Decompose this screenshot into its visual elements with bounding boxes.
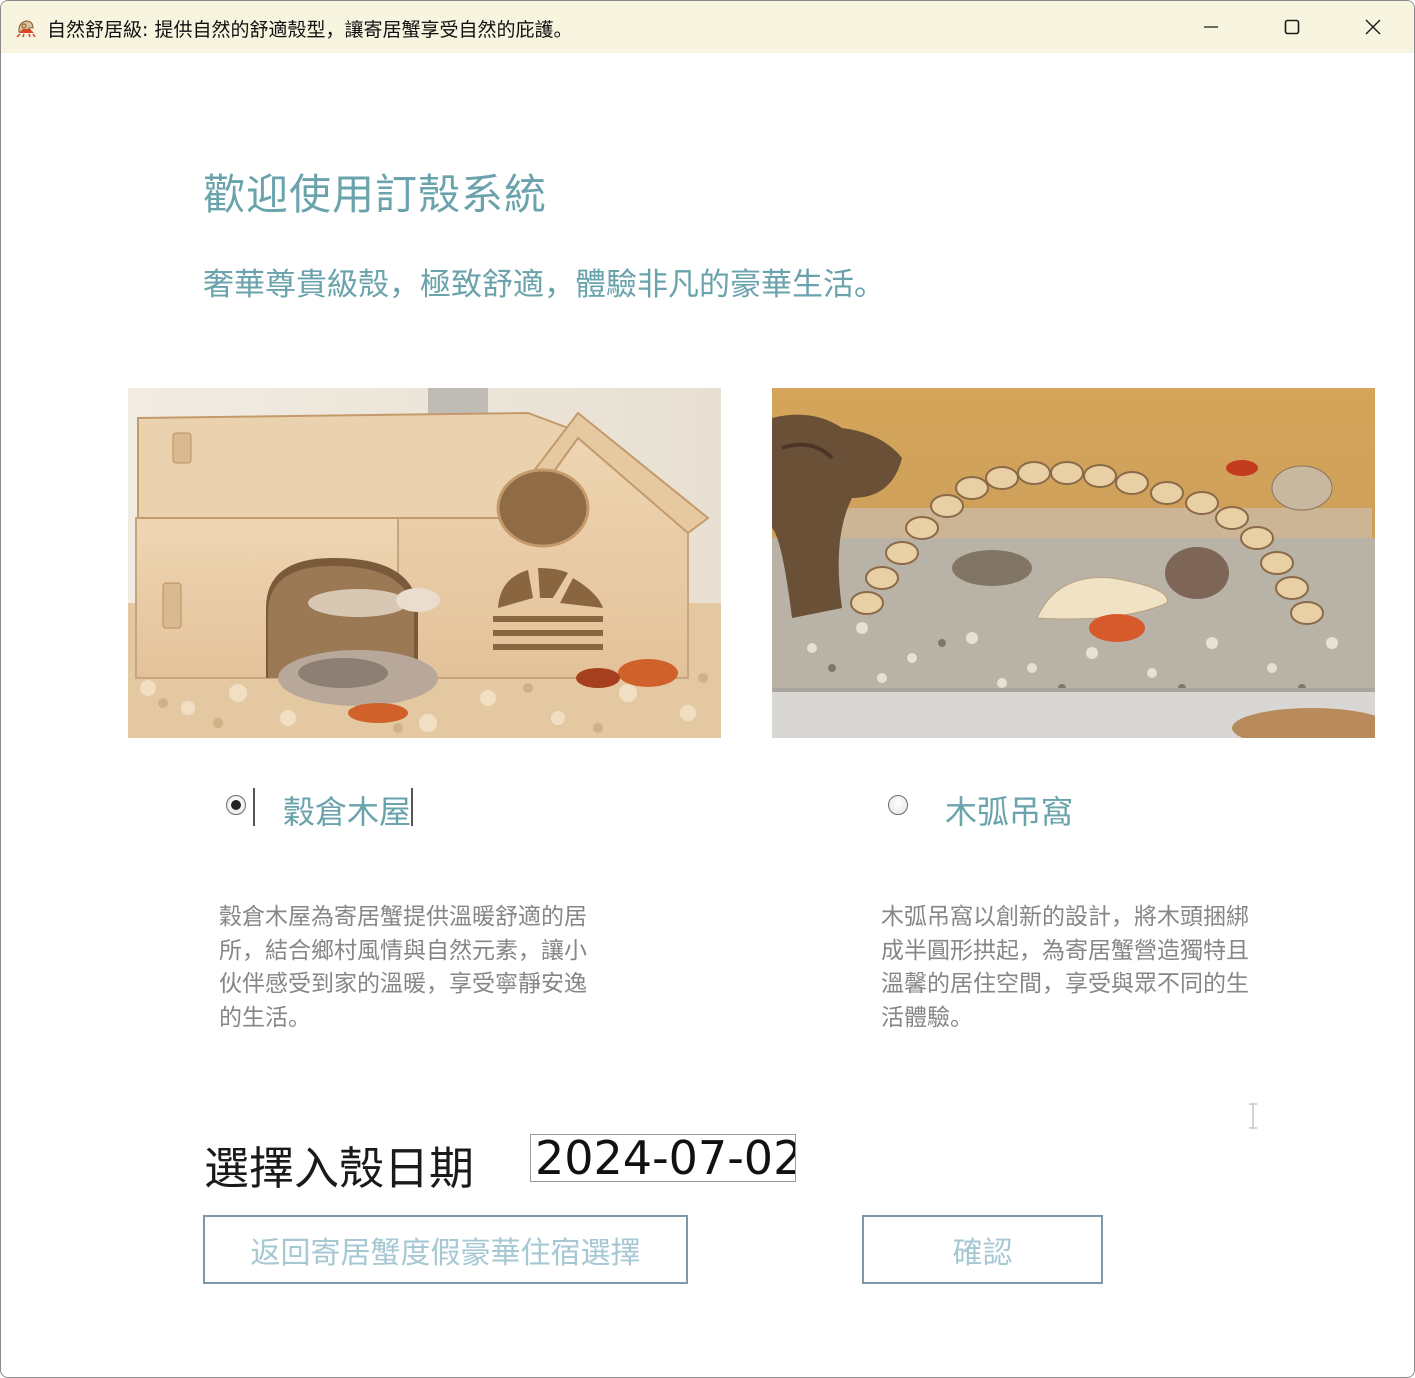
- option-label-wooden-barn-house[interactable]: 穀倉木屋: [283, 787, 411, 833]
- description-wooden-barn-house: 穀倉木屋為寄居蟹提供溫暖舒適的居所，結合鄉村風情與自然元素，讓小伙伴感受到家的溫…: [219, 904, 587, 1031]
- hermit-crab-app-icon: [16, 20, 36, 38]
- page-title: 歡迎使用訂殼系統: [203, 170, 548, 219]
- radio-selected-dot: [231, 800, 241, 810]
- close-button[interactable]: [1333, 1, 1413, 53]
- minimize-icon: [1204, 26, 1218, 28]
- date-label: 選擇入殼日期: [204, 1142, 475, 1195]
- option-label-wooden-arch-bridge[interactable]: 木弧吊窩: [945, 787, 1073, 833]
- wooden-arch-bridge-photo: [772, 388, 1375, 738]
- focus-rect-left-edge: [253, 788, 255, 826]
- radio-wooden-arch-bridge[interactable]: [888, 795, 908, 815]
- window-title: 自然舒居級: 提供自然的舒適殼型，讓寄居蟹享受自然的庇護。: [47, 19, 573, 41]
- maximize-icon: [1284, 19, 1300, 35]
- maximize-button[interactable]: [1252, 1, 1332, 53]
- back-button[interactable]: 返回寄居蟹度假豪華住宿選擇: [203, 1215, 688, 1284]
- radio-wooden-barn-house[interactable]: [226, 795, 246, 815]
- focus-rect-right-edge: [411, 788, 413, 826]
- confirm-button[interactable]: 確認: [862, 1215, 1103, 1284]
- text-cursor-icon: [1249, 1103, 1257, 1129]
- description-wooden-arch-bridge: 木弧吊窩以創新的設計，將木頭捆綁成半圓形拱起，為寄居蟹營造獨特且溫馨的居住空間，…: [881, 904, 1249, 1031]
- app-window: 自然舒居級: 提供自然的舒適殼型，讓寄居蟹享受自然的庇護。 歡迎使用訂殼系統 奢…: [0, 0, 1415, 1378]
- title-bar[interactable]: 自然舒居級: 提供自然的舒適殼型，讓寄居蟹享受自然的庇護。: [1, 1, 1414, 53]
- date-input[interactable]: [530, 1134, 796, 1182]
- close-icon: [1365, 19, 1381, 35]
- minimize-button[interactable]: [1171, 1, 1251, 53]
- wooden-barn-house-photo: [128, 388, 721, 738]
- page-subtitle: 奢華尊貴級殼，極致舒適，體驗非凡的豪華生活。: [203, 267, 885, 303]
